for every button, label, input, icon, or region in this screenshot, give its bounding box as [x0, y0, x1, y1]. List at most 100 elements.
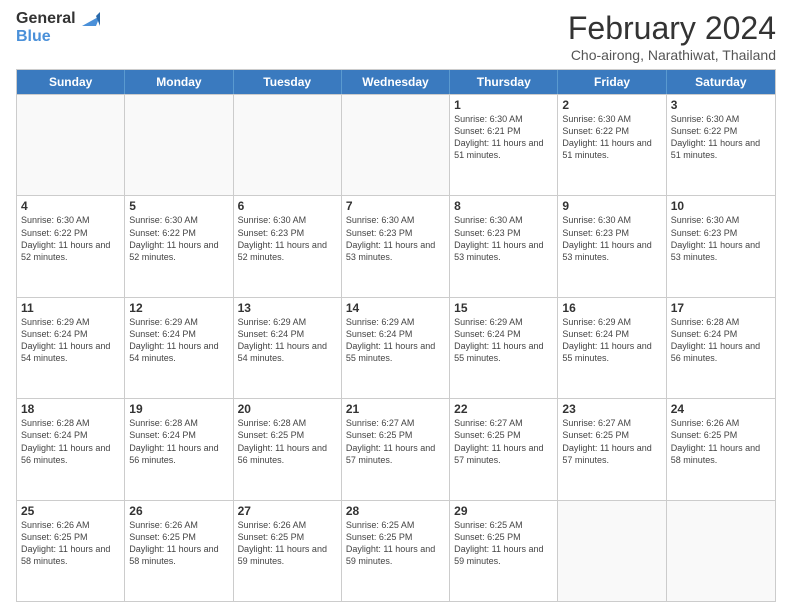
- day-info: Sunrise: 6:25 AM Sunset: 6:25 PM Dayligh…: [454, 519, 553, 568]
- calendar-body: 1Sunrise: 6:30 AM Sunset: 6:21 PM Daylig…: [17, 94, 775, 601]
- calendar-week-5: 25Sunrise: 6:26 AM Sunset: 6:25 PM Dayli…: [17, 500, 775, 601]
- day-number: 21: [346, 402, 445, 416]
- main-title: February 2024: [568, 10, 776, 47]
- day-number: 19: [129, 402, 228, 416]
- day-number: 25: [21, 504, 120, 518]
- day-number: 27: [238, 504, 337, 518]
- day-info: Sunrise: 6:27 AM Sunset: 6:25 PM Dayligh…: [454, 417, 553, 466]
- weekday-header-wednesday: Wednesday: [342, 70, 450, 94]
- day-info: Sunrise: 6:28 AM Sunset: 6:25 PM Dayligh…: [238, 417, 337, 466]
- day-number: 18: [21, 402, 120, 416]
- calendar-cell-1-4: [342, 95, 450, 195]
- day-number: 14: [346, 301, 445, 315]
- calendar-cell-1-6: 2Sunrise: 6:30 AM Sunset: 6:22 PM Daylig…: [558, 95, 666, 195]
- calendar-cell-1-1: [17, 95, 125, 195]
- day-info: Sunrise: 6:29 AM Sunset: 6:24 PM Dayligh…: [21, 316, 120, 365]
- calendar-cell-5-6: [558, 501, 666, 601]
- day-number: 29: [454, 504, 553, 518]
- calendar-cell-4-2: 19Sunrise: 6:28 AM Sunset: 6:24 PM Dayli…: [125, 399, 233, 499]
- day-number: 20: [238, 402, 337, 416]
- calendar-cell-5-5: 29Sunrise: 6:25 AM Sunset: 6:25 PM Dayli…: [450, 501, 558, 601]
- day-number: 5: [129, 199, 228, 213]
- weekday-header-saturday: Saturday: [667, 70, 775, 94]
- calendar-cell-3-3: 13Sunrise: 6:29 AM Sunset: 6:24 PM Dayli…: [234, 298, 342, 398]
- day-number: 12: [129, 301, 228, 315]
- day-info: Sunrise: 6:30 AM Sunset: 6:23 PM Dayligh…: [454, 214, 553, 263]
- day-number: 7: [346, 199, 445, 213]
- day-info: Sunrise: 6:30 AM Sunset: 6:22 PM Dayligh…: [671, 113, 771, 162]
- day-number: 6: [238, 199, 337, 213]
- calendar-cell-5-1: 25Sunrise: 6:26 AM Sunset: 6:25 PM Dayli…: [17, 501, 125, 601]
- day-info: Sunrise: 6:26 AM Sunset: 6:25 PM Dayligh…: [129, 519, 228, 568]
- calendar-cell-3-2: 12Sunrise: 6:29 AM Sunset: 6:24 PM Dayli…: [125, 298, 233, 398]
- subtitle: Cho-airong, Narathiwat, Thailand: [568, 47, 776, 63]
- calendar-cell-5-4: 28Sunrise: 6:25 AM Sunset: 6:25 PM Dayli…: [342, 501, 450, 601]
- weekday-header-sunday: Sunday: [17, 70, 125, 94]
- calendar-cell-4-4: 21Sunrise: 6:27 AM Sunset: 6:25 PM Dayli…: [342, 399, 450, 499]
- calendar-cell-1-7: 3Sunrise: 6:30 AM Sunset: 6:22 PM Daylig…: [667, 95, 775, 195]
- day-number: 16: [562, 301, 661, 315]
- day-number: 17: [671, 301, 771, 315]
- weekday-header-friday: Friday: [558, 70, 666, 94]
- calendar-cell-2-3: 6Sunrise: 6:30 AM Sunset: 6:23 PM Daylig…: [234, 196, 342, 296]
- day-number: 1: [454, 98, 553, 112]
- calendar-cell-4-1: 18Sunrise: 6:28 AM Sunset: 6:24 PM Dayli…: [17, 399, 125, 499]
- calendar-cell-3-1: 11Sunrise: 6:29 AM Sunset: 6:24 PM Dayli…: [17, 298, 125, 398]
- day-number: 24: [671, 402, 771, 416]
- calendar-cell-5-2: 26Sunrise: 6:26 AM Sunset: 6:25 PM Dayli…: [125, 501, 233, 601]
- day-number: 28: [346, 504, 445, 518]
- day-info: Sunrise: 6:30 AM Sunset: 6:23 PM Dayligh…: [346, 214, 445, 263]
- day-number: 26: [129, 504, 228, 518]
- calendar-cell-2-1: 4Sunrise: 6:30 AM Sunset: 6:22 PM Daylig…: [17, 196, 125, 296]
- calendar-cell-4-5: 22Sunrise: 6:27 AM Sunset: 6:25 PM Dayli…: [450, 399, 558, 499]
- day-number: 15: [454, 301, 553, 315]
- day-info: Sunrise: 6:28 AM Sunset: 6:24 PM Dayligh…: [671, 316, 771, 365]
- calendar-week-1: 1Sunrise: 6:30 AM Sunset: 6:21 PM Daylig…: [17, 94, 775, 195]
- weekday-header-thursday: Thursday: [450, 70, 558, 94]
- day-number: 22: [454, 402, 553, 416]
- calendar-cell-2-6: 9Sunrise: 6:30 AM Sunset: 6:23 PM Daylig…: [558, 196, 666, 296]
- calendar-cell-2-5: 8Sunrise: 6:30 AM Sunset: 6:23 PM Daylig…: [450, 196, 558, 296]
- calendar: SundayMondayTuesdayWednesdayThursdayFrid…: [16, 69, 776, 602]
- calendar-cell-1-3: [234, 95, 342, 195]
- day-info: Sunrise: 6:29 AM Sunset: 6:24 PM Dayligh…: [454, 316, 553, 365]
- calendar-cell-1-5: 1Sunrise: 6:30 AM Sunset: 6:21 PM Daylig…: [450, 95, 558, 195]
- day-info: Sunrise: 6:25 AM Sunset: 6:25 PM Dayligh…: [346, 519, 445, 568]
- logo-text: General Blue: [16, 10, 100, 45]
- calendar-cell-4-7: 24Sunrise: 6:26 AM Sunset: 6:25 PM Dayli…: [667, 399, 775, 499]
- calendar-cell-3-4: 14Sunrise: 6:29 AM Sunset: 6:24 PM Dayli…: [342, 298, 450, 398]
- logo-bird-icon: [82, 12, 100, 26]
- day-info: Sunrise: 6:30 AM Sunset: 6:22 PM Dayligh…: [129, 214, 228, 263]
- page: General Blue February 2024 Cho-airong, N…: [0, 0, 792, 612]
- day-info: Sunrise: 6:28 AM Sunset: 6:24 PM Dayligh…: [129, 417, 228, 466]
- day-info: Sunrise: 6:30 AM Sunset: 6:22 PM Dayligh…: [21, 214, 120, 263]
- day-info: Sunrise: 6:27 AM Sunset: 6:25 PM Dayligh…: [562, 417, 661, 466]
- calendar-cell-2-7: 10Sunrise: 6:30 AM Sunset: 6:23 PM Dayli…: [667, 196, 775, 296]
- day-info: Sunrise: 6:30 AM Sunset: 6:23 PM Dayligh…: [671, 214, 771, 263]
- calendar-cell-1-2: [125, 95, 233, 195]
- day-info: Sunrise: 6:26 AM Sunset: 6:25 PM Dayligh…: [671, 417, 771, 466]
- day-info: Sunrise: 6:29 AM Sunset: 6:24 PM Dayligh…: [346, 316, 445, 365]
- title-block: February 2024 Cho-airong, Narathiwat, Th…: [568, 10, 776, 63]
- logo: General Blue: [16, 10, 100, 45]
- calendar-cell-5-3: 27Sunrise: 6:26 AM Sunset: 6:25 PM Dayli…: [234, 501, 342, 601]
- day-info: Sunrise: 6:30 AM Sunset: 6:21 PM Dayligh…: [454, 113, 553, 162]
- day-number: 9: [562, 199, 661, 213]
- day-info: Sunrise: 6:26 AM Sunset: 6:25 PM Dayligh…: [21, 519, 120, 568]
- weekday-header-monday: Monday: [125, 70, 233, 94]
- day-info: Sunrise: 6:28 AM Sunset: 6:24 PM Dayligh…: [21, 417, 120, 466]
- header: General Blue February 2024 Cho-airong, N…: [16, 10, 776, 63]
- weekday-header-tuesday: Tuesday: [234, 70, 342, 94]
- day-info: Sunrise: 6:30 AM Sunset: 6:23 PM Dayligh…: [238, 214, 337, 263]
- day-number: 3: [671, 98, 771, 112]
- day-info: Sunrise: 6:26 AM Sunset: 6:25 PM Dayligh…: [238, 519, 337, 568]
- calendar-week-4: 18Sunrise: 6:28 AM Sunset: 6:24 PM Dayli…: [17, 398, 775, 499]
- day-number: 11: [21, 301, 120, 315]
- day-number: 2: [562, 98, 661, 112]
- day-info: Sunrise: 6:30 AM Sunset: 6:23 PM Dayligh…: [562, 214, 661, 263]
- day-number: 8: [454, 199, 553, 213]
- day-number: 23: [562, 402, 661, 416]
- calendar-cell-2-2: 5Sunrise: 6:30 AM Sunset: 6:22 PM Daylig…: [125, 196, 233, 296]
- day-info: Sunrise: 6:29 AM Sunset: 6:24 PM Dayligh…: [238, 316, 337, 365]
- calendar-cell-2-4: 7Sunrise: 6:30 AM Sunset: 6:23 PM Daylig…: [342, 196, 450, 296]
